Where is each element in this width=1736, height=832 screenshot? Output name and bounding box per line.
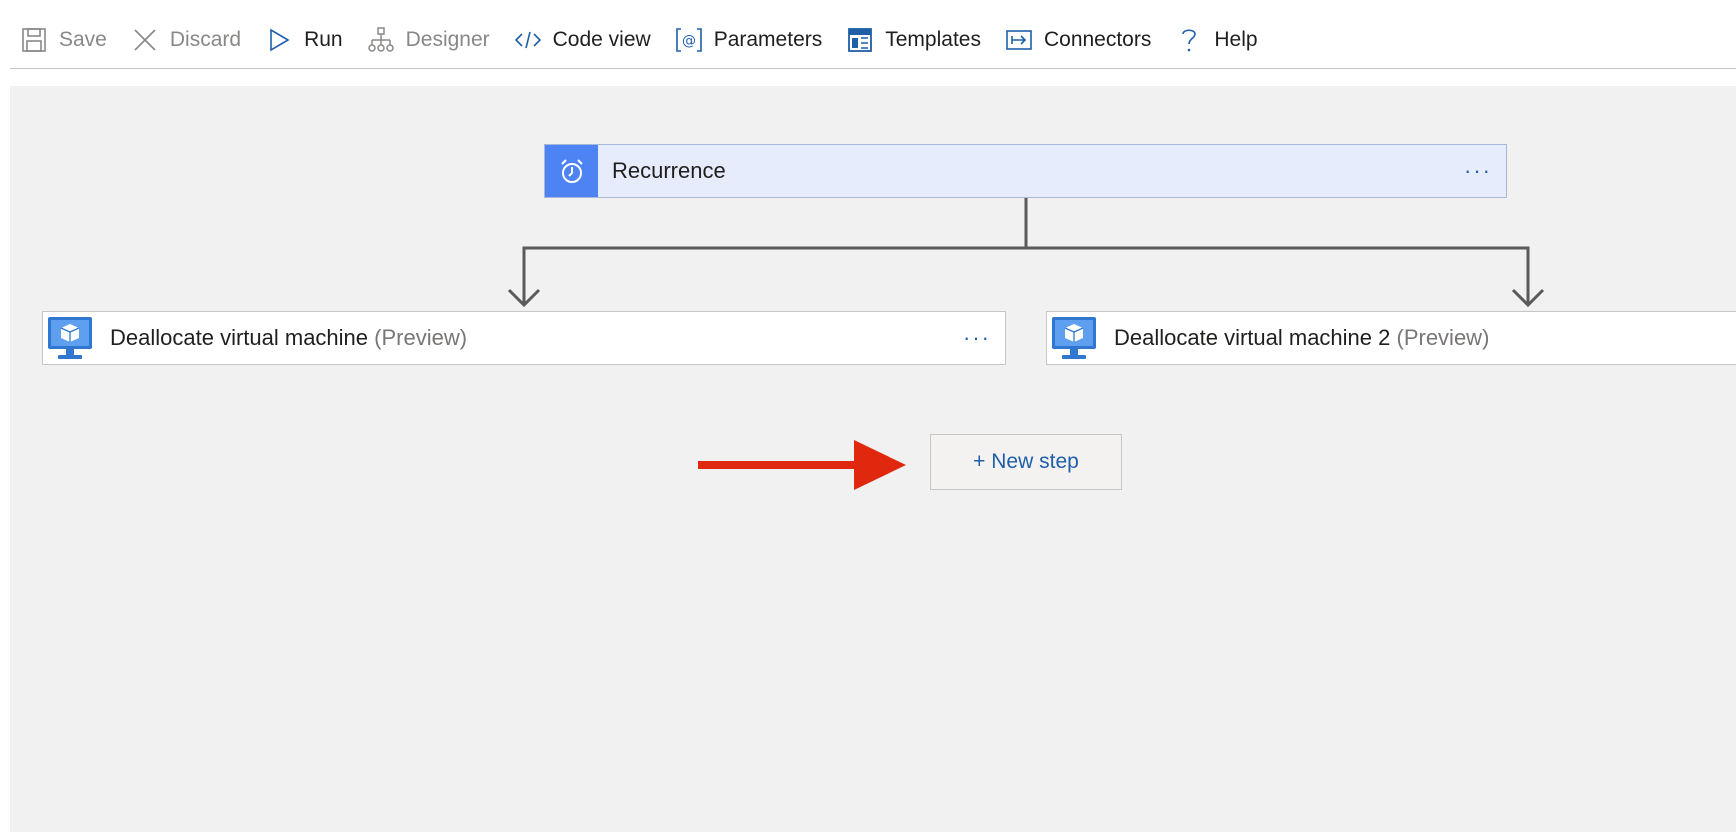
recurrence-trigger-card[interactable]: Recurrence ··· — [544, 144, 1507, 198]
recurrence-title: Recurrence — [612, 158, 726, 183]
virtual-machine-icon — [1047, 312, 1100, 364]
preview-tag: (Preview) — [1396, 325, 1490, 350]
callout-arrow — [698, 440, 906, 490]
deallocate-vm-name: Deallocate virtual machine — [110, 325, 369, 350]
new-step-button[interactable]: + New step — [930, 434, 1122, 490]
deallocate-vm-2-name: Deallocate virtual machine 2 — [1114, 325, 1391, 350]
deallocate-vm-title: Deallocate virtual machine (Preview) — [96, 325, 949, 351]
virtual-machine-icon — [43, 312, 96, 364]
connector-branch-left — [522, 246, 1026, 305]
alarm-clock-icon — [545, 145, 598, 197]
deallocate-vm-card[interactable]: Deallocate virtual machine (Preview) ··· — [42, 311, 1006, 365]
deallocate-vm-2-title: Deallocate virtual machine 2 (Preview) — [1100, 325, 1736, 351]
deallocate-vm-2-card[interactable]: Deallocate virtual machine 2 (Preview) — [1046, 311, 1736, 365]
more-options-button[interactable]: ··· — [1450, 158, 1506, 184]
preview-tag: (Preview) — [374, 325, 468, 350]
flow-connectors — [507, 198, 1545, 490]
connector-branch-right — [1026, 246, 1530, 305]
more-options-button[interactable]: ··· — [949, 325, 1005, 351]
